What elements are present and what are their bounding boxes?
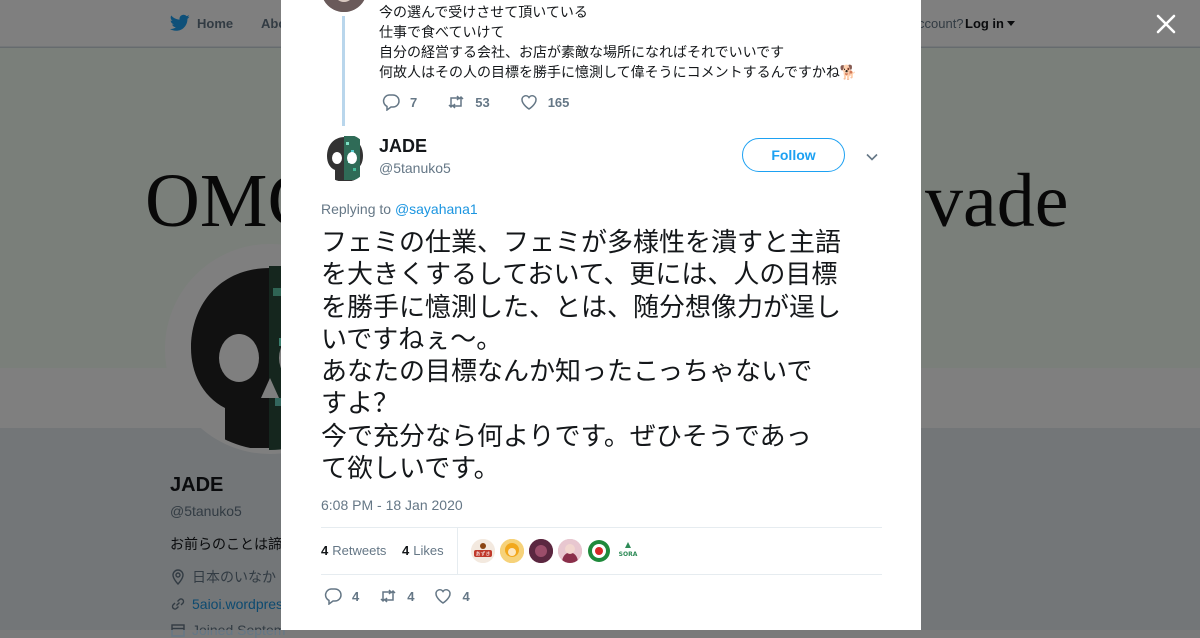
reply-count: 4 — [352, 588, 360, 604]
skull-avatar-icon — [321, 134, 369, 182]
liker-avatar[interactable]: SORA — [616, 539, 640, 563]
previous-tweet-line: 何故人はその人の目標を勝手に憶測して偉そうにコメントするんですかね🐕 — [379, 64, 858, 80]
liker-avatar[interactable] — [558, 539, 582, 563]
chevron-down-icon[interactable] — [865, 150, 879, 164]
tweet-timestamp[interactable]: 6:08 PM - 18 Jan 2020 — [321, 497, 463, 513]
thread-connector-line — [342, 16, 345, 126]
tweet-stats: 4 Retweets 4 Likes あずき SORA — [321, 527, 882, 575]
like-count: 4 — [462, 588, 470, 604]
tweet-body-line: いですねぇ〜。 — [321, 323, 503, 354]
tweet-permalink-modal: 今の選んで受けさせて頂いている 仕事で食べていけて 自分の経営する会社、お店が素… — [281, 0, 921, 630]
retweet-button[interactable]: 4 — [379, 587, 414, 605]
liker-avatar[interactable]: あずき — [471, 539, 495, 563]
liker-avatar-image — [500, 539, 524, 563]
liker-avatar[interactable] — [529, 539, 553, 563]
previous-tweet-line: 自分の経営する会社、お店が素敵な場所になればそれでいいです — [379, 44, 785, 60]
previous-like-button[interactable]: 165 — [520, 93, 570, 111]
liker-badge-text: あずき — [475, 551, 490, 558]
tweet-body-line: を大きくするしておいて、更には、人の目標 — [321, 259, 838, 290]
retweet-icon — [380, 589, 396, 603]
like-button[interactable]: 4 — [434, 587, 470, 605]
previous-avatar-image — [321, 0, 367, 12]
liker-avatar-image: SORA — [616, 539, 640, 563]
liker-avatar-image — [529, 539, 553, 563]
previous-like-count: 165 — [547, 94, 570, 110]
previous-tweet-line: 仕事で食べていけて — [379, 24, 505, 40]
tweet-body-line: て欲しいです。 — [321, 453, 500, 484]
replying-prefix: Replying to — [321, 201, 392, 217]
liker-avatar[interactable] — [500, 539, 524, 563]
tweet-body-line: あなたの目標なんか知ったこっちゃないで — [321, 356, 813, 387]
previous-tweet-actions: 7 53 165 — [382, 93, 601, 111]
tweet-body-line: すよ？ — [321, 388, 400, 419]
liker-avatar[interactable] — [587, 539, 611, 563]
heart-icon — [435, 589, 452, 604]
reply-button[interactable]: 4 — [324, 587, 359, 605]
replying-to-link[interactable]: @sayahana1 — [395, 201, 478, 217]
tweet-author-name[interactable]: JADE — [379, 136, 427, 157]
likes-stat-count: 4 — [402, 543, 410, 558]
tweet-body-line: フェミの仕業、フェミが多様性を潰すと主語 — [321, 227, 842, 257]
close-icon[interactable] — [1153, 11, 1179, 37]
liker-avatar-image — [588, 540, 610, 562]
retweet-icon — [448, 95, 464, 109]
previous-reply-button[interactable]: 7 — [382, 93, 417, 111]
previous-tweet-line: 今の選んで受けさせて頂いている — [379, 4, 588, 20]
liker-badge-text: SORA — [619, 551, 638, 558]
previous-tweet-text: 今の選んで受けさせて頂いている 仕事で食べていけて 自分の経営する会社、お店が素… — [379, 2, 879, 82]
liker-avatar-image: あずき — [471, 539, 495, 563]
likes-stat[interactable]: 4 Likes — [402, 543, 444, 558]
tweet-body-line: を勝手に憶測した、とは、随分想像力が逞し — [321, 291, 842, 322]
liker-avatar-image — [558, 539, 582, 563]
tweet-actions: 4 4 4 — [324, 587, 502, 605]
replying-to: Replying to @sayahana1 — [321, 201, 478, 217]
tweet-author-avatar[interactable] — [321, 134, 369, 182]
heart-icon — [520, 95, 537, 110]
liker-avatars: あずき SORA — [471, 539, 645, 563]
stats-divider — [457, 528, 458, 574]
retweet-count: 4 — [407, 588, 415, 604]
reply-icon — [382, 94, 400, 111]
reply-icon — [324, 588, 342, 605]
retweets-stat-count: 4 — [321, 543, 329, 558]
retweets-stat[interactable]: 4 Retweets — [321, 543, 386, 558]
previous-reply-count: 7 — [410, 94, 418, 110]
previous-tweet-avatar[interactable] — [321, 0, 367, 12]
previous-retweet-count: 53 — [475, 94, 490, 110]
follow-button[interactable]: Follow — [742, 138, 845, 172]
tweet-body: フェミの仕業、フェミが多様性を潰すと主語 を大きくするしておいて、更には、人の目… — [321, 226, 887, 484]
tweet-author-handle[interactable]: @5tanuko5 — [379, 160, 451, 176]
previous-retweet-button[interactable]: 53 — [447, 93, 490, 111]
likes-stat-label: Likes — [413, 543, 444, 558]
retweets-stat-label: Retweets — [332, 543, 387, 558]
tweet-body-line: 今で充分なら何よりです。ぜひそうであっ — [321, 420, 812, 451]
